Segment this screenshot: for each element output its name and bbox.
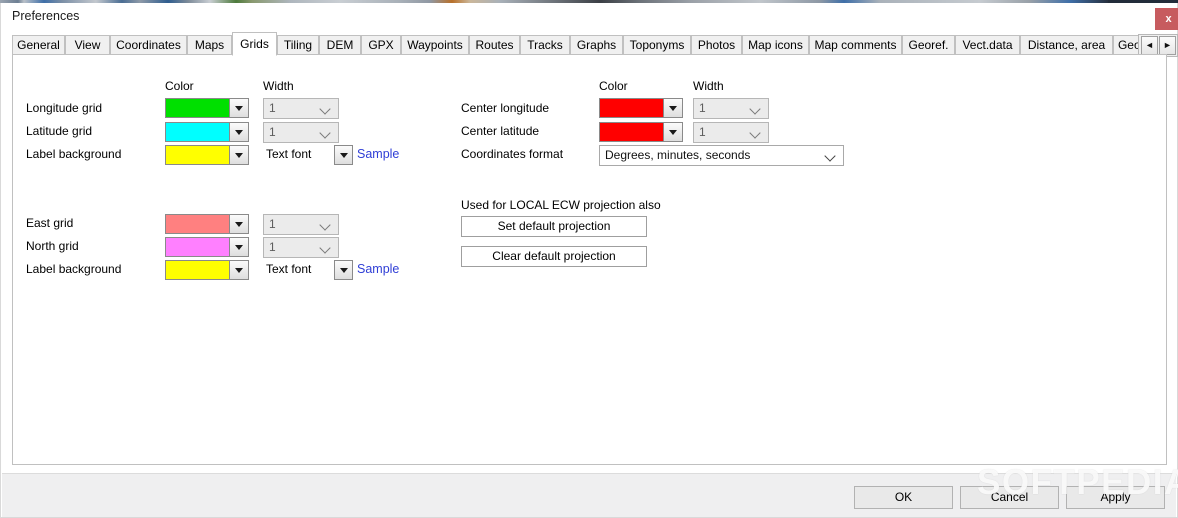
tab-scroll-prev-icon[interactable]: ◄ bbox=[1141, 36, 1158, 55]
width-select-center-latitude[interactable]: 1 bbox=[693, 122, 769, 143]
tab-graphs[interactable]: Graphs bbox=[570, 35, 623, 54]
apply-button[interactable]: Apply bbox=[1066, 486, 1165, 509]
tab-georef[interactable]: Georef. bbox=[902, 35, 955, 54]
tab-waypoints[interactable]: Waypoints bbox=[401, 35, 469, 54]
color-picker-north-grid[interactable] bbox=[165, 237, 249, 257]
color-swatch-center-latitude bbox=[600, 123, 663, 141]
label-center-latitude: Center latitude bbox=[461, 124, 540, 138]
right-color-column-header: Color bbox=[599, 79, 628, 93]
color-swatch-longitude-grid bbox=[166, 99, 229, 117]
tab-tracks[interactable]: Tracks bbox=[520, 35, 570, 54]
left-color-column-header: Color bbox=[165, 79, 194, 93]
label-longitude-grid: Longitude grid bbox=[26, 101, 103, 115]
label-north-grid: North grid bbox=[26, 239, 79, 253]
tab-photos[interactable]: Photos bbox=[691, 35, 742, 54]
color-picker-east-grid[interactable] bbox=[165, 214, 249, 234]
window-title: Preferences bbox=[12, 9, 80, 23]
tab-scroll-next-icon[interactable]: ► bbox=[1159, 36, 1176, 55]
tab-map-comments[interactable]: Map comments bbox=[809, 35, 902, 54]
tab-tiling[interactable]: Tiling bbox=[277, 35, 319, 54]
chevron-down-icon bbox=[751, 104, 760, 113]
color-picker-label-background-2[interactable] bbox=[165, 260, 249, 280]
label-text-font-1: Text font bbox=[266, 147, 312, 161]
chevron-down-icon bbox=[751, 128, 760, 137]
title-bar: Preferences x bbox=[1, 3, 1178, 32]
tab-coordinates[interactable]: Coordinates bbox=[110, 35, 187, 54]
width-value-longitude-grid: 1 bbox=[269, 101, 276, 115]
color-swatch-label-background-2 bbox=[166, 261, 229, 279]
chevron-down-icon bbox=[321, 220, 330, 229]
label-label-background-2: Label background bbox=[26, 262, 122, 276]
tab-gpx[interactable]: GPX bbox=[361, 35, 401, 54]
text-font-button-1[interactable] bbox=[334, 145, 353, 165]
set-default-projection-button[interactable]: Set default projection bbox=[461, 216, 647, 237]
chevron-down-icon[interactable] bbox=[229, 123, 248, 141]
chevron-down-icon bbox=[321, 128, 330, 137]
coordinates-format-value: Degrees, minutes, seconds bbox=[605, 148, 751, 162]
tab-maps[interactable]: Maps bbox=[187, 35, 232, 54]
tab-view[interactable]: View bbox=[65, 35, 110, 54]
tab-general[interactable]: General bbox=[12, 35, 65, 54]
coordinates-format-select[interactable]: Degrees, minutes, seconds bbox=[599, 145, 844, 166]
tab-map-icons[interactable]: Map icons bbox=[742, 35, 809, 54]
color-swatch-center-longitude bbox=[600, 99, 663, 117]
label-east-grid: East grid bbox=[26, 216, 74, 230]
text-font-button-2[interactable] bbox=[334, 260, 353, 280]
tab-toponyms[interactable]: Toponyms bbox=[623, 35, 691, 54]
font-sample-2: Sample bbox=[357, 262, 400, 276]
chevron-down-icon[interactable] bbox=[663, 99, 682, 117]
width-value-latitude-grid: 1 bbox=[269, 125, 276, 139]
width-select-longitude-grid[interactable]: 1 bbox=[263, 98, 339, 119]
chevron-down-icon[interactable] bbox=[229, 99, 248, 117]
left-width-column-header: Width bbox=[263, 79, 294, 93]
width-select-north-grid[interactable]: 1 bbox=[263, 237, 339, 258]
label-label-background-1: Label background bbox=[26, 147, 122, 161]
color-picker-latitude-grid[interactable] bbox=[165, 122, 249, 142]
label-center-longitude: Center longitude bbox=[461, 101, 550, 115]
color-swatch-east-grid bbox=[166, 215, 229, 233]
dialog-footer: OK Cancel Apply bbox=[2, 473, 1176, 517]
width-select-east-grid[interactable]: 1 bbox=[263, 214, 339, 235]
tab-distance-area[interactable]: Distance, area bbox=[1020, 35, 1113, 54]
chevron-down-icon[interactable] bbox=[229, 238, 248, 256]
tab-dem[interactable]: DEM bbox=[319, 35, 361, 54]
label-text-font-2: Text font bbox=[266, 262, 312, 276]
color-picker-center-longitude[interactable] bbox=[599, 98, 683, 118]
width-value-east-grid: 1 bbox=[269, 217, 276, 231]
tab-vect-data[interactable]: Vect.data bbox=[955, 35, 1020, 54]
width-select-center-longitude[interactable]: 1 bbox=[693, 98, 769, 119]
color-picker-label-background-1[interactable] bbox=[165, 145, 249, 165]
close-icon[interactable]: x bbox=[1155, 8, 1178, 30]
tab-strip: General View Coordinates Maps Grids Tiling DEM… bbox=[12, 32, 1178, 57]
font-sample-1: Sample bbox=[357, 147, 400, 161]
preferences-window: Preferences x General View Coordinates Maps… bbox=[0, 3, 1178, 518]
chevron-down-icon[interactable] bbox=[229, 261, 248, 279]
color-picker-center-latitude[interactable] bbox=[599, 122, 683, 142]
cancel-button[interactable]: Cancel bbox=[960, 486, 1059, 509]
chevron-down-icon[interactable] bbox=[229, 215, 248, 233]
chevron-down-icon bbox=[321, 104, 330, 113]
tab-grids[interactable]: Grids bbox=[232, 32, 277, 56]
clear-default-projection-button[interactable]: Clear default projection bbox=[461, 246, 647, 267]
chevron-down-icon[interactable] bbox=[663, 123, 682, 141]
chevron-down-icon bbox=[826, 151, 835, 160]
projection-note: Used for LOCAL ECW projection also bbox=[461, 198, 661, 212]
color-swatch-label-background-1 bbox=[166, 146, 229, 164]
width-value-center-latitude: 1 bbox=[699, 125, 706, 139]
color-swatch-latitude-grid bbox=[166, 123, 229, 141]
label-latitude-grid: Latitude grid bbox=[26, 124, 93, 138]
color-swatch-north-grid bbox=[166, 238, 229, 256]
label-coordinates-format: Coordinates format bbox=[461, 147, 564, 161]
right-width-column-header: Width bbox=[693, 79, 724, 93]
width-select-latitude-grid[interactable]: 1 bbox=[263, 122, 339, 143]
tab-routes[interactable]: Routes bbox=[469, 35, 520, 54]
ok-button[interactable]: OK bbox=[854, 486, 953, 509]
color-picker-longitude-grid[interactable] bbox=[165, 98, 249, 118]
grids-tab-panel: Color Width Longitude grid 1 Latitude gr… bbox=[12, 54, 1167, 465]
chevron-down-icon bbox=[321, 243, 330, 252]
width-value-center-longitude: 1 bbox=[699, 101, 706, 115]
width-value-north-grid: 1 bbox=[269, 240, 276, 254]
chevron-down-icon[interactable] bbox=[229, 146, 248, 164]
